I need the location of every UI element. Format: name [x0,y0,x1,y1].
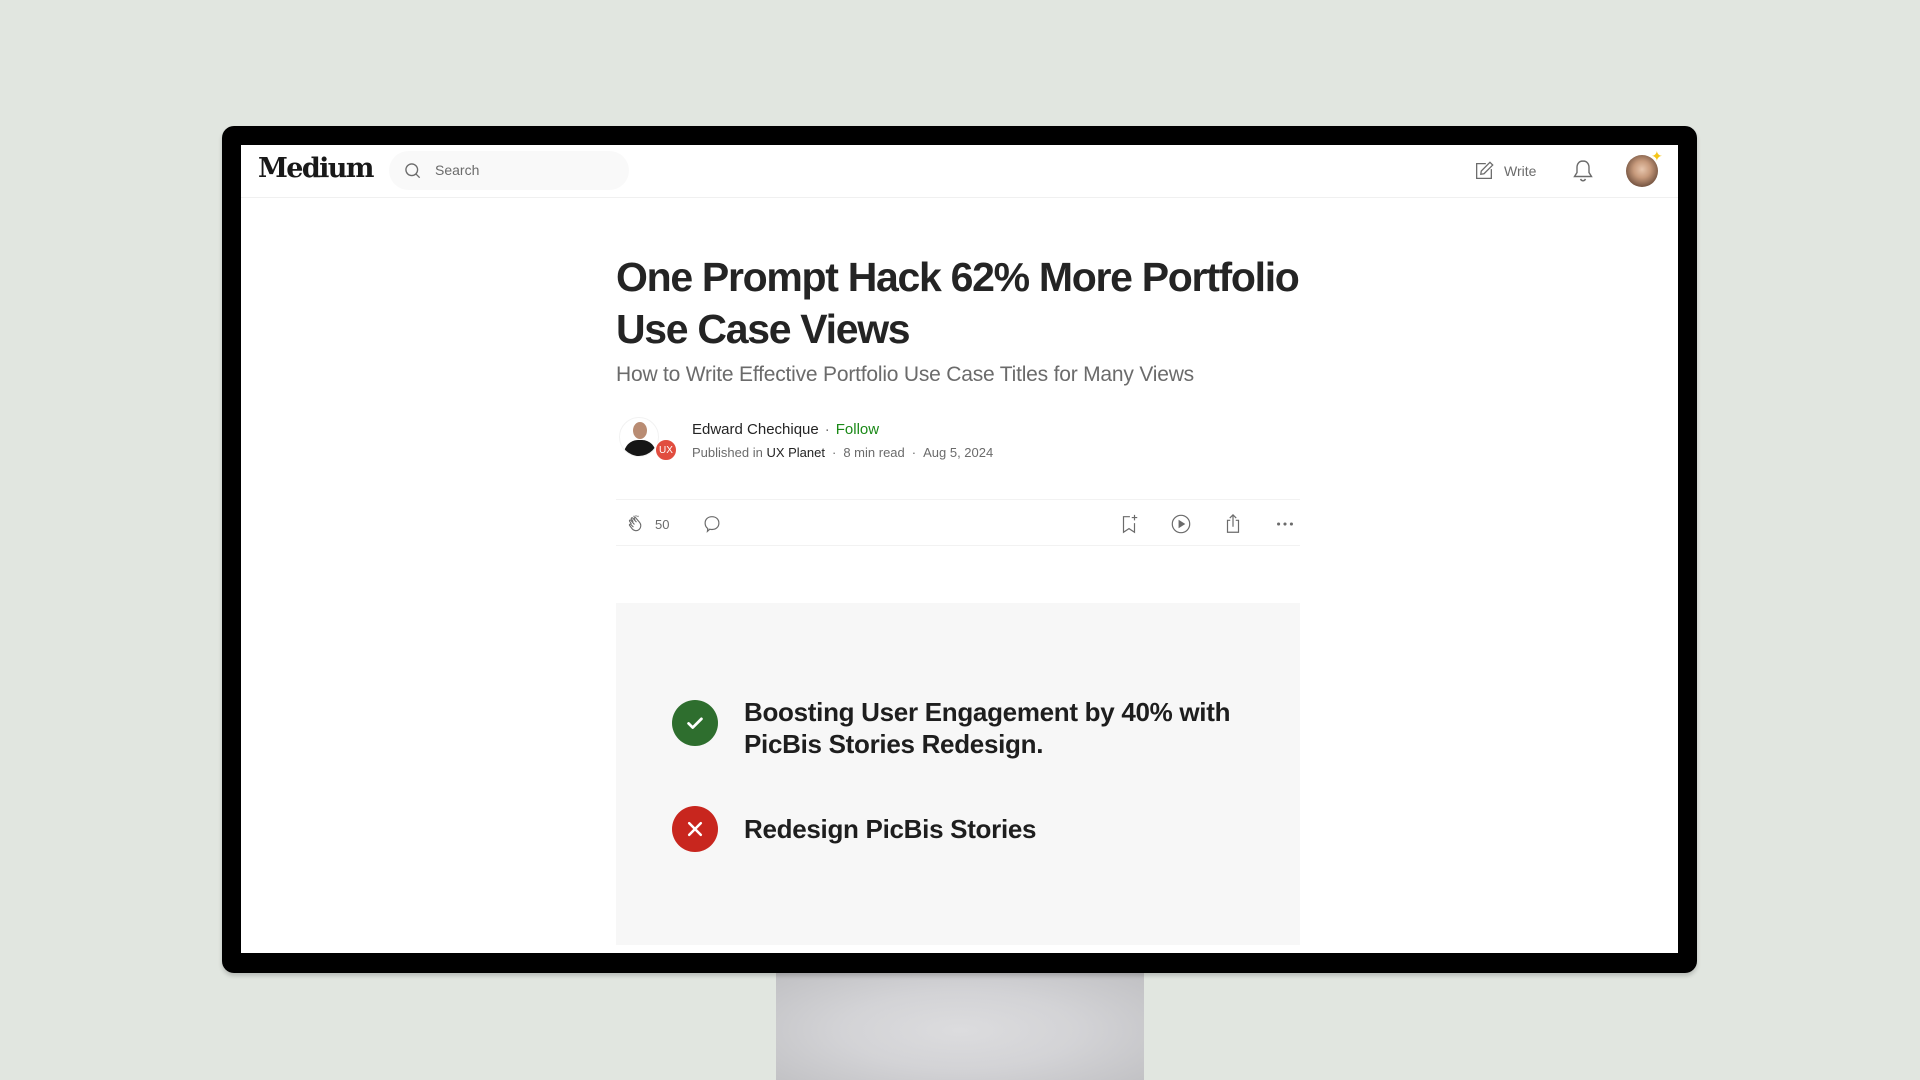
article-title: One Prompt Hack 62% More Portfolio Use C… [616,254,1300,352]
monitor-stand [776,970,1144,1080]
search-input[interactable]: Search [389,151,629,190]
bookmark-add-icon [1122,514,1138,534]
comment-icon [704,516,720,533]
pencil-square-icon [1476,161,1494,179]
browser-screen: Medium Search Write ✦ One Prompt Hack 62… [241,145,1678,953]
figure-good-text: Boosting User Engagement by 40% with Pic… [744,697,1231,759]
read-time: 8 min read [843,445,905,460]
bell-icon[interactable] [1571,158,1595,184]
check-circle-icon [672,700,718,746]
user-avatar[interactable]: ✦ [1626,149,1663,187]
save-button[interactable] [1118,513,1140,535]
write-label: Write [1504,163,1537,179]
follow-button[interactable]: Follow [836,421,879,438]
share-button[interactable] [1222,513,1244,535]
play-circle-icon [1171,514,1191,534]
publication-badge[interactable]: UX [655,439,677,461]
publish-date: Aug 5, 2024 [923,445,994,460]
more-button[interactable] [1274,513,1296,535]
clap-button[interactable]: 50 [625,513,669,535]
figure-bad-text: Redesign PicBis Stories [744,814,1037,844]
publication-link[interactable]: UX Planet [766,445,825,460]
article-actions-bar: 50 [616,499,1300,546]
author-avatar[interactable] [619,417,659,457]
article-figure: Boosting User Engagement by 40% with Pic… [616,603,1300,945]
comment-button[interactable] [701,513,723,535]
published-prefix: Published in [692,445,763,460]
medium-logo[interactable]: Medium [258,153,374,184]
x-circle-icon [672,806,718,852]
author-line: Edward Chechique · Follow [692,421,880,438]
figure-item-good: Boosting User Engagement by 40% with Pic… [672,696,1244,760]
figure-item-bad: Redesign PicBis Stories [672,806,1037,852]
top-nav: Medium Search Write ✦ [241,145,1678,198]
publication-line: Published in UX Planet · 8 min read · Aug 5,… [692,445,994,460]
clap-icon [628,515,642,532]
sparkle-icon: ✦ [1651,148,1663,164]
article-subtitle: How to Write Effective Portfolio Use Cas… [616,363,1194,386]
clap-count: 50 [655,516,670,532]
search-placeholder: Search [435,162,480,178]
listen-button[interactable] [1170,513,1192,535]
search-icon [405,163,421,179]
author-name[interactable]: Edward Chechique [692,421,819,438]
write-button[interactable]: Write [1473,159,1536,183]
more-icon [1277,522,1293,526]
share-icon [1226,513,1240,533]
